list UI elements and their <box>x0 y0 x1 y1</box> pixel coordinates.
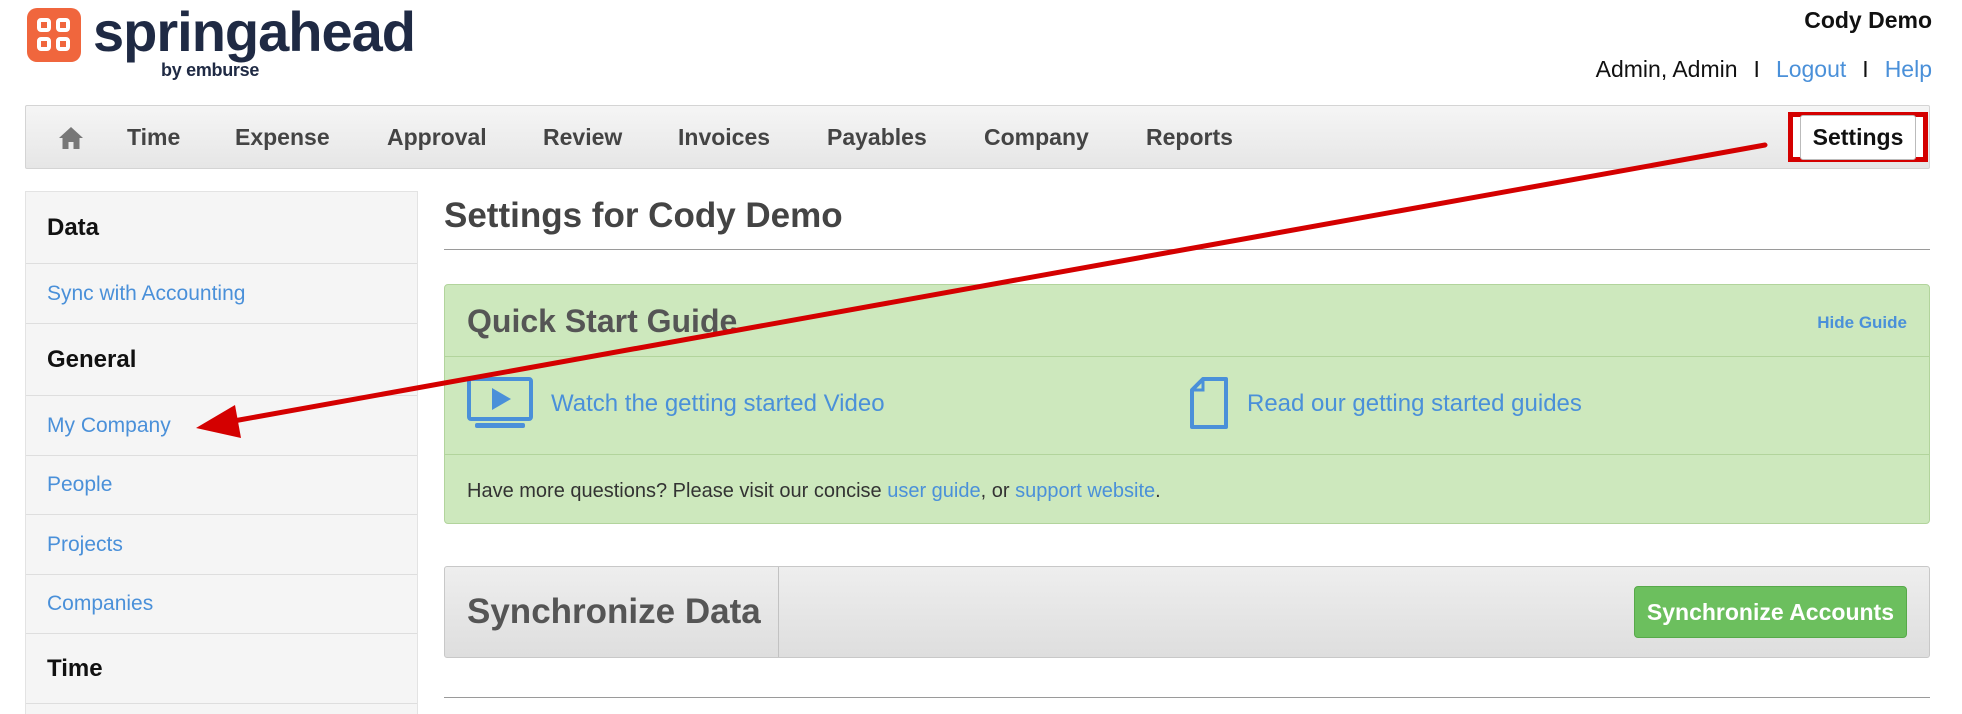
user-role: Admin, Admin <box>1595 56 1738 82</box>
getting-started-guides-link[interactable]: Read our getting started guides <box>1247 390 1582 418</box>
divider <box>778 567 779 657</box>
separator: I <box>1753 56 1760 82</box>
nav-item-approval[interactable]: Approval <box>387 106 487 168</box>
home-icon[interactable] <box>58 126 84 150</box>
nav-item-reports[interactable]: Reports <box>1146 106 1233 168</box>
help-link[interactable]: Help <box>1885 56 1932 83</box>
sidebar-item-companies[interactable]: Companies <box>26 575 417 634</box>
page-title: Settings for Cody Demo <box>444 196 843 235</box>
document-icon[interactable] <box>1189 377 1229 429</box>
sidebar-item-projects[interactable]: Projects <box>26 515 417 575</box>
logo-subtitle: by emburse <box>161 60 260 80</box>
getting-started-video-link[interactable]: Watch the getting started Video <box>551 390 885 418</box>
sync-title: Synchronize Data <box>467 592 761 631</box>
user-guide-link[interactable]: user guide <box>887 480 980 502</box>
separator: I <box>1862 56 1869 82</box>
settings-button[interactable]: Settings <box>1799 114 1917 160</box>
nav-item-payables[interactable]: Payables <box>827 106 927 168</box>
company-name: Cody Demo <box>1804 7 1932 33</box>
video-play-icon[interactable] <box>467 377 533 431</box>
main-nav: Time Expense Approval Review Invoices Pa… <box>25 105 1930 169</box>
nav-item-invoices[interactable]: Invoices <box>678 106 770 168</box>
sidebar-item-sync-with-accounting[interactable]: Sync with Accounting <box>26 264 417 324</box>
logo[interactable]: springahead by emburse <box>27 0 416 81</box>
nav-item-time[interactable]: Time <box>127 106 180 168</box>
user-links: Admin, Admin I Logout I Help <box>1596 56 1932 83</box>
settings-highlight: Settings <box>1788 112 1928 162</box>
logout-link[interactable]: Logout <box>1776 56 1846 83</box>
nav-item-review[interactable]: Review <box>543 106 622 168</box>
quick-start-guide: Quick Start Guide Hide Guide Watch the g… <box>444 284 1930 524</box>
logo-wordmark: springahead <box>93 0 416 63</box>
hide-guide-link[interactable]: Hide Guide <box>1817 313 1907 333</box>
logo-mark-icon <box>27 8 81 62</box>
synchronize-data-panel: Synchronize Data Synchronize Accounts <box>444 566 1930 658</box>
support-website-link[interactable]: support website <box>1015 480 1155 502</box>
sidebar-heading-time: Time <box>26 634 417 704</box>
sidebar-heading-data: Data <box>26 192 417 264</box>
guide-help-text: Have more questions? Please visit our co… <box>467 480 1161 502</box>
sidebar-heading-general: General <box>26 324 417 396</box>
nav-item-expense[interactable]: Expense <box>235 106 330 168</box>
divider <box>445 454 1929 455</box>
synchronize-accounts-button[interactable]: Synchronize Accounts <box>1633 586 1907 638</box>
settings-sidebar: Data Sync with Accounting General My Com… <box>25 191 418 714</box>
guide-title: Quick Start Guide <box>467 303 738 339</box>
sidebar-item-people[interactable]: People <box>26 456 417 515</box>
nav-item-company[interactable]: Company <box>984 106 1089 168</box>
sidebar-item-my-company[interactable]: My Company <box>26 396 417 456</box>
divider <box>445 356 1929 357</box>
divider <box>444 249 1930 250</box>
divider <box>444 697 1930 698</box>
